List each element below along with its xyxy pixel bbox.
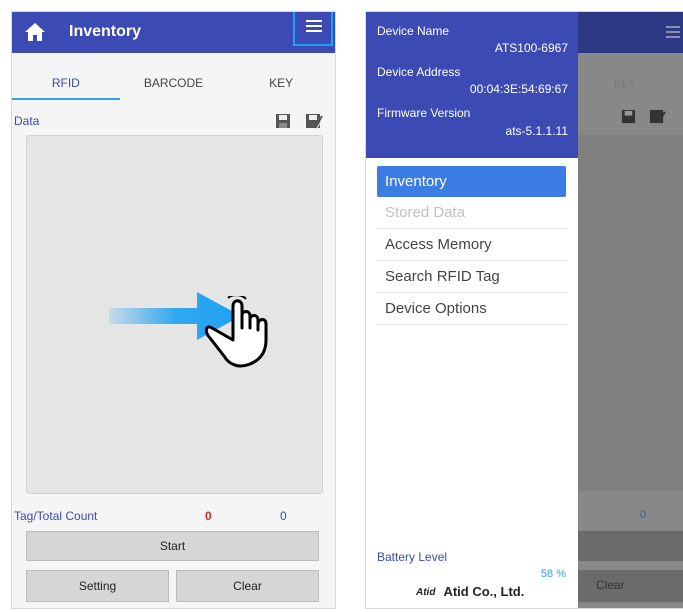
dimmed-tab-key: KEY	[614, 78, 637, 90]
start-button[interactable]: Start	[26, 531, 319, 561]
hamburger-menu-button[interactable]	[293, 12, 333, 46]
clear-button[interactable]: Clear	[176, 570, 319, 602]
tag-count: 0	[205, 509, 212, 523]
navigation-drawer: Device Name ATS100-6967 Device Address 0…	[366, 12, 578, 608]
firmware-label: Firmware Version	[377, 106, 471, 120]
app-bar: Inventory	[12, 12, 335, 53]
tab-key[interactable]: KEY	[227, 70, 335, 100]
data-label: Data	[14, 114, 40, 128]
save-all-icon[interactable]	[305, 113, 323, 129]
drawer-menu: Inventory Stored Data Access Memory Sear…	[377, 166, 566, 325]
data-list[interactable]	[26, 135, 323, 494]
home-icon[interactable]	[24, 22, 46, 42]
device-address-label: Device Address	[377, 65, 461, 79]
dimmed-save-all-icon	[650, 109, 666, 124]
count-row: Tag/Total Count 0 0	[12, 509, 335, 527]
tab-rfid[interactable]: RFID	[12, 70, 120, 100]
total-count: 0	[280, 509, 287, 523]
device-name-label: Device Name	[377, 24, 450, 38]
battery-label: Battery Level	[377, 550, 448, 564]
setting-button[interactable]: Setting	[26, 570, 169, 602]
tab-bar: RFID BARCODE KEY	[12, 70, 335, 100]
company-logo: Atid Atid Co., Ltd.	[416, 584, 524, 599]
menu-item-search-rfid-tag[interactable]: Search RFID Tag	[377, 261, 566, 293]
save-icon[interactable]	[275, 113, 291, 129]
atid-logo-mark: Atid	[416, 587, 436, 599]
dimmed-save-icon	[621, 109, 636, 124]
menu-item-stored-data[interactable]: Stored Data	[377, 197, 566, 229]
inventory-screen: Inventory RFID BARCODE KEY Data Tag/Tota…	[11, 11, 336, 609]
device-address-value: 00:04:3E:54:69:67	[469, 82, 568, 96]
dimmed-clear-button: Clear	[578, 570, 683, 602]
menu-item-device-options[interactable]: Device Options	[377, 293, 566, 325]
drawer-header: Device Name ATS100-6967 Device Address 0…	[366, 12, 578, 158]
tab-barcode[interactable]: BARCODE	[120, 70, 228, 100]
data-header: Data	[12, 111, 335, 133]
device-name-value: ATS100-6967	[494, 41, 568, 55]
dimmed-count: 0	[640, 509, 647, 521]
drawer-screen: KEY 0 Clear Device Name ATS100-6967 Devi…	[365, 11, 683, 609]
dimmed-start-button	[578, 531, 683, 561]
count-label: Tag/Total Count	[14, 509, 98, 523]
menu-item-access-memory[interactable]: Access Memory	[377, 229, 566, 261]
menu-item-inventory[interactable]: Inventory	[377, 166, 566, 197]
company-name: Atid Co., Ltd.	[443, 584, 525, 599]
swipe-hand-icon	[204, 296, 268, 368]
page-title: Inventory	[69, 23, 142, 40]
battery-value: 58 %	[540, 568, 566, 580]
dimmed-menu-icon	[666, 26, 680, 38]
dimmed-data-area	[578, 135, 683, 491]
firmware-value: ats-5.1.1.11	[505, 124, 568, 138]
